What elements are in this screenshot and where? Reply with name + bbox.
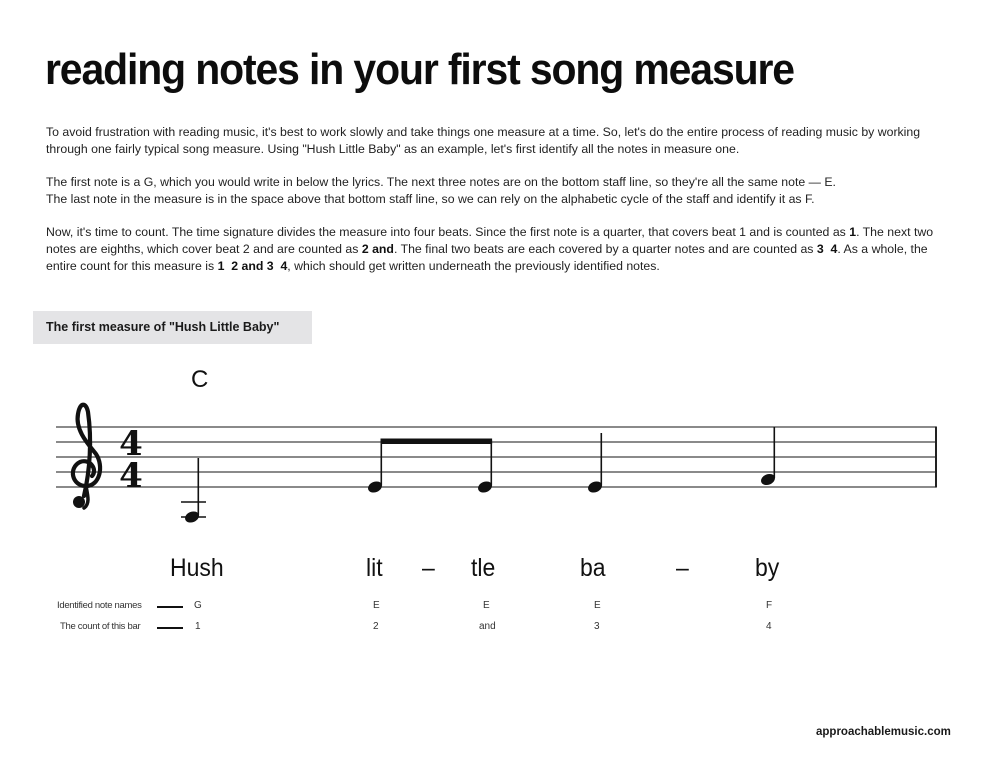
count-cell: 4	[766, 621, 772, 632]
music-staff: 4 4	[56, 402, 937, 523]
note-name-cell: E	[594, 600, 601, 611]
note-name-cell: E	[373, 600, 380, 611]
lyric-syllable: Hush	[170, 554, 224, 582]
count-cell: and	[479, 621, 496, 632]
row-dash	[157, 627, 183, 629]
count-cell: 3	[594, 621, 600, 632]
count-cell: 2	[373, 621, 379, 632]
count-cell: 1	[195, 621, 201, 632]
lyric-hyphen: –	[676, 554, 689, 582]
lyric-hyphen: –	[422, 554, 435, 582]
staff-lines	[56, 426, 936, 488]
site-url: approachablemusic.com	[816, 726, 951, 738]
note-names-label: Identified note names	[57, 600, 142, 611]
note-name-cell: E	[483, 600, 490, 611]
lyric-syllable: tle	[471, 554, 496, 582]
count-label: The count of this bar	[60, 621, 141, 632]
row-dash	[157, 606, 183, 608]
lyric-syllable: ba	[580, 554, 606, 582]
lyric-syllable: by	[755, 554, 780, 582]
time-signature-bottom: 4	[119, 456, 143, 496]
note-name-cell: F	[766, 600, 773, 611]
lyric-syllable: lit	[366, 554, 383, 582]
note-name-cell: G	[194, 600, 202, 611]
eighth-beam	[380, 438, 493, 444]
